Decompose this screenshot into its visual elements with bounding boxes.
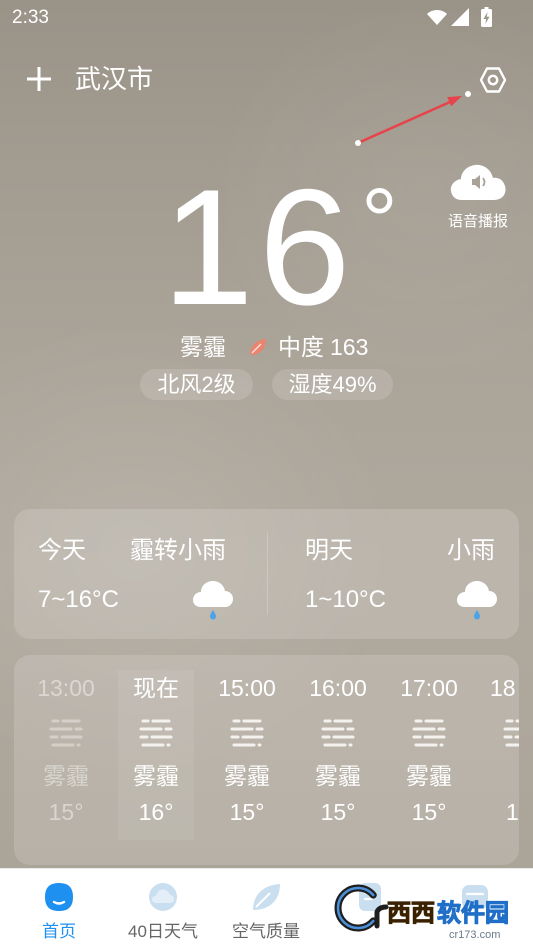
hourly-item: 13:00 雾霾 15° [26, 655, 106, 865]
nav-item-40day[interactable]: 40日天气 [111, 869, 215, 948]
status-time: 2:33 [12, 7, 49, 28]
nav-label-air-quality: 空气质量 [232, 922, 300, 941]
rain-cloud-icon [455, 579, 499, 621]
rain-cloud-icon [191, 579, 235, 621]
haze-icon [230, 718, 264, 748]
wind-pill: 北风2级 [140, 369, 253, 400]
voice-broadcast-button[interactable]: 语音播报 [440, 156, 516, 236]
settings-hexagon-icon[interactable] [478, 65, 508, 95]
watermark-logo: 西西 软件园 cr173.com [330, 876, 520, 944]
voice-broadcast-label: 语音播报 [448, 213, 509, 230]
hourly-time: 17:00 [400, 675, 458, 701]
air-quality[interactable]: 中度 163 [278, 332, 368, 362]
nav-label-40day: 40日天气 [128, 922, 198, 941]
daily-condition-tomorrow: 小雨 [447, 537, 495, 564]
hourly-item: 17:00 雾霾 15° [389, 655, 469, 865]
hourly-forecast-card[interactable]: 13:00 雾霾 15° 现在 雾霾 16° 15:00 雾霾 15° 16:0… [14, 655, 519, 865]
daily-day-tomorrow: 明天 [305, 537, 353, 564]
leaf-icon [253, 884, 280, 910]
city-name[interactable]: 武汉市 [75, 62, 153, 96]
daily-forecast-card[interactable]: 今天 霾转小雨 7~16°C 明天 小雨 1~10°C [14, 509, 519, 639]
hourly-item: 15:00 雾霾 15° [207, 655, 287, 865]
card-divider [267, 532, 268, 615]
haze-icon [139, 718, 173, 748]
watermark-c-mark [334, 884, 389, 932]
status-bar: 2:33 [0, 0, 533, 34]
hourly-time: 16:00 [309, 675, 367, 701]
daily-range-tomorrow: 1~10°C [305, 586, 386, 613]
watermark-site: cr173.com [449, 929, 501, 941]
hourly-condition: 雾霾 [315, 763, 361, 789]
nav-label-home: 首页 [42, 922, 76, 941]
current-temperature: 16 [162, 155, 356, 339]
hourly-temp-partial: 1 [506, 799, 519, 825]
hourly-time: 15:00 [218, 675, 276, 701]
hourly-time-partial: 18 [490, 675, 516, 701]
leaf-icon [250, 339, 266, 355]
annotation-arrow [355, 91, 471, 146]
hourly-item-current: 现在 雾霾 16° [116, 655, 196, 865]
haze-icon [321, 718, 355, 748]
hourly-condition: 雾霾 [406, 763, 452, 789]
nav-item-home[interactable]: 首页 [7, 869, 111, 948]
wifi-icon [427, 9, 447, 25]
current-condition: 雾霾 [180, 334, 226, 360]
degree-symbol: ° [361, 170, 398, 272]
daily-day-today: 今天 [38, 537, 86, 564]
hourly-temp: 15° [229, 799, 265, 825]
hourly-item: 16:00 雾霾 15° [298, 655, 378, 865]
haze-icon [503, 718, 519, 748]
aqi-level: 中度 [278, 334, 324, 360]
hourly-temp: 16° [138, 799, 174, 825]
hourly-condition: 雾霾 [133, 763, 179, 789]
haze-icon [49, 718, 83, 748]
daily-condition-today: 霾转小雨 [130, 537, 226, 564]
aqi-value: 163 [330, 334, 369, 360]
watermark-brand-part2: 软件园 [437, 900, 510, 928]
haze-icon [412, 718, 446, 748]
speaker-cloud-icon [450, 164, 506, 200]
hourly-time: 现在 [133, 675, 179, 701]
hourly-condition: 雾霾 [43, 763, 89, 789]
plus-icon[interactable] [27, 67, 51, 91]
daily-range-today: 7~16°C [38, 586, 119, 613]
hourly-temp: 15° [320, 799, 356, 825]
hourly-temp: 15° [411, 799, 447, 825]
cloud-icon [149, 883, 177, 911]
humidity-pill: 湿度49% [272, 369, 393, 400]
hourly-condition: 雾霾 [224, 763, 270, 789]
nav-item-air-quality[interactable]: 空气质量 [214, 869, 318, 948]
battery-charging-icon [481, 7, 492, 27]
hourly-temp: 15° [48, 799, 84, 825]
watermark-brand-part1: 西西 [387, 900, 436, 928]
hourly-time: 13:00 [37, 675, 95, 701]
signal-icon [451, 8, 469, 26]
home-icon [45, 883, 73, 911]
